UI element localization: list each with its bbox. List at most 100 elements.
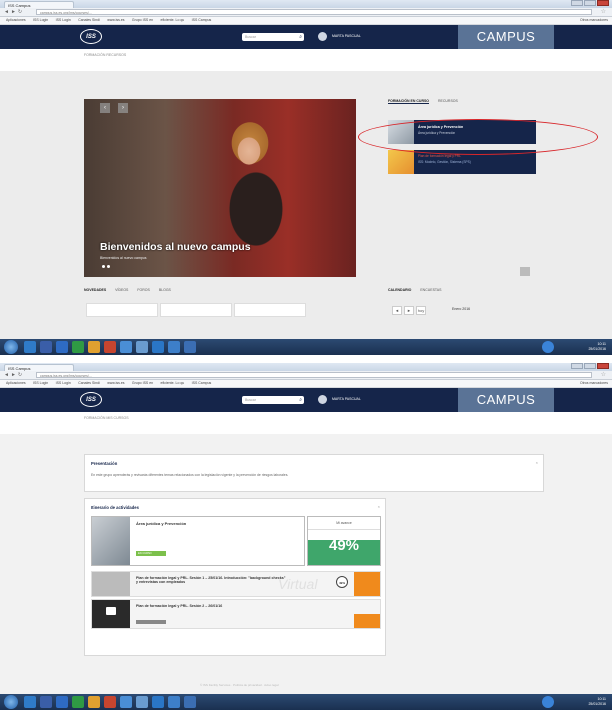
bookmark-item[interactable]: www.iss.es: [107, 380, 124, 387]
scroll-button[interactable]: [520, 267, 530, 276]
close-window-button[interactable]: [597, 363, 609, 369]
bookmark-item[interactable]: ISS Campus: [192, 380, 212, 387]
star-icon[interactable]: ☆: [601, 8, 606, 15]
bookmark-item[interactable]: ISS Login: [56, 17, 71, 24]
tab-calendario[interactable]: CALENDARIO: [388, 288, 411, 292]
close-icon[interactable]: ×: [536, 460, 538, 465]
hero-pagination[interactable]: [102, 264, 112, 270]
url-field[interactable]: campus.iss.es.org/lms/courses/...: [36, 372, 592, 378]
help-icon[interactable]: [542, 341, 554, 353]
hero-next-button[interactable]: ›: [118, 103, 128, 113]
bookmark-item[interactable]: www.iss.es: [107, 17, 124, 24]
minimize-button[interactable]: [571, 363, 583, 369]
bookmark-item[interactable]: eficiente. Lo qu: [161, 380, 185, 387]
bookmark-item[interactable]: Aplicaciones: [6, 380, 26, 387]
browser-tab[interactable]: ISS Campus: [4, 364, 74, 371]
ie-icon[interactable]: [24, 341, 36, 353]
app-icon[interactable]: [120, 341, 132, 353]
bookmark-item[interactable]: eficiente. Lo qu: [161, 17, 185, 24]
search-input[interactable]: Buscar ⌕: [242, 396, 304, 404]
excel-icon[interactable]: [72, 341, 84, 353]
bookmark-item[interactable]: Canales Sindi: [78, 380, 100, 387]
outlook-icon[interactable]: [40, 696, 52, 708]
close-window-button[interactable]: [597, 0, 609, 6]
explorer-icon[interactable]: [88, 341, 100, 353]
powerpoint-icon[interactable]: [104, 341, 116, 353]
session-row[interactable]: Virtual Plan de formación legal y PRL. S…: [91, 571, 381, 597]
session-row[interactable]: Plan de formación legal y PRL. Sesión 2 …: [91, 599, 381, 629]
outlook-icon[interactable]: [40, 341, 52, 353]
start-button[interactable]: [4, 695, 18, 709]
avatar[interactable]: [318, 32, 327, 41]
ie-icon[interactable]: [24, 696, 36, 708]
next-month-button[interactable]: ►: [404, 306, 414, 315]
bookmark-item[interactable]: Canales Sindi: [78, 17, 100, 24]
excel-icon[interactable]: [72, 696, 84, 708]
search-icon[interactable]: ⌕: [299, 396, 302, 404]
hero-banner[interactable]: ‹ › Bienvenidos al nuevo campus Bienveni…: [84, 99, 356, 277]
app-icon[interactable]: [168, 341, 180, 353]
word-icon[interactable]: [56, 341, 68, 353]
user-menu[interactable]: MARTA PASCUAL: [332, 34, 361, 38]
bookmarks-other[interactable]: Otros marcadores: [580, 380, 608, 387]
url-field[interactable]: campus.iss.es.org/lms/courses/...: [36, 9, 592, 15]
page-footer[interactable]: © ISS Facility Services · Política de pr…: [200, 683, 279, 687]
tab-formacion-en-curso[interactable]: FORMACIÓN EN CURSO: [388, 99, 430, 104]
bookmark-item[interactable]: ISS Login: [33, 380, 48, 387]
tab-foros[interactable]: FOROS: [137, 288, 149, 292]
minimize-button[interactable]: [571, 0, 583, 6]
browser-titlebar: ISS Campus: [0, 0, 612, 8]
tab-videos[interactable]: VÍDEOS: [115, 288, 128, 292]
app-icon[interactable]: [168, 696, 180, 708]
tab-novedades[interactable]: NOVEDADES: [84, 288, 106, 292]
session-open-button[interactable]: [354, 572, 380, 596]
tab-encuestas[interactable]: ENCUESTAS: [420, 288, 441, 292]
collapse-icon[interactable]: ×: [378, 504, 380, 509]
bookmarks-other[interactable]: Otros marcadores: [580, 17, 608, 24]
bookmark-item[interactable]: ISS Login: [33, 17, 48, 24]
user-menu[interactable]: MARTA PASCUAL: [332, 397, 361, 401]
bookmark-item[interactable]: Grupo ISS en: [132, 17, 153, 24]
word-icon[interactable]: [56, 696, 68, 708]
bookmark-item[interactable]: Grupo ISS en: [132, 380, 153, 387]
tab-recursos[interactable]: RECURSOS: [438, 99, 458, 103]
bookmark-item[interactable]: Aplicaciones: [6, 17, 26, 24]
calendar-month: Enero 2016: [452, 307, 471, 311]
news-tile[interactable]: [86, 303, 158, 317]
bookmark-item[interactable]: ISS Login: [56, 380, 71, 387]
help-icon[interactable]: [542, 696, 554, 708]
app-icon[interactable]: [136, 696, 148, 708]
search-icon[interactable]: ⌕: [299, 33, 302, 41]
explorer-icon[interactable]: [88, 696, 100, 708]
breadcrumb[interactable]: FORMACIÓN MIS CURSOS: [0, 412, 612, 424]
chrome-icon[interactable]: [152, 341, 164, 353]
main-nav[interactable]: FORMACIÓN RECURSOS: [0, 49, 612, 61]
iss-logo[interactable]: ISS: [80, 29, 102, 44]
bookmark-item[interactable]: ISS Campus: [192, 17, 212, 24]
progress-percent: 49%: [328, 537, 360, 554]
app-icon[interactable]: [120, 696, 132, 708]
app-icon[interactable]: [184, 696, 196, 708]
avatar[interactable]: [318, 395, 327, 404]
search-input[interactable]: Buscar ⌕: [242, 33, 304, 41]
powerpoint-icon[interactable]: [104, 696, 116, 708]
nav-buttons[interactable]: ◄►↻: [4, 372, 24, 378]
news-tile[interactable]: [234, 303, 306, 317]
news-tile[interactable]: [160, 303, 232, 317]
activity-card[interactable]: Área jurídica y Prevención EN CURSO: [91, 516, 305, 566]
app-icon[interactable]: [136, 341, 148, 353]
browser-tab[interactable]: ISS Campus: [4, 1, 74, 8]
maximize-button[interactable]: [584, 0, 596, 6]
iss-logo[interactable]: ISS: [80, 392, 102, 407]
app-icon[interactable]: [184, 341, 196, 353]
hero-prev-button[interactable]: ‹: [100, 103, 110, 113]
session-open-button[interactable]: [354, 614, 380, 628]
nav-buttons[interactable]: ◄►↻: [4, 9, 24, 15]
tab-blogs[interactable]: BLOGS: [159, 288, 171, 292]
chrome-icon[interactable]: [152, 696, 164, 708]
start-button[interactable]: [4, 340, 18, 354]
prev-month-button[interactable]: ◄: [392, 306, 402, 315]
star-icon[interactable]: ☆: [601, 371, 606, 378]
maximize-button[interactable]: [584, 363, 596, 369]
today-button[interactable]: hoy: [416, 306, 426, 315]
